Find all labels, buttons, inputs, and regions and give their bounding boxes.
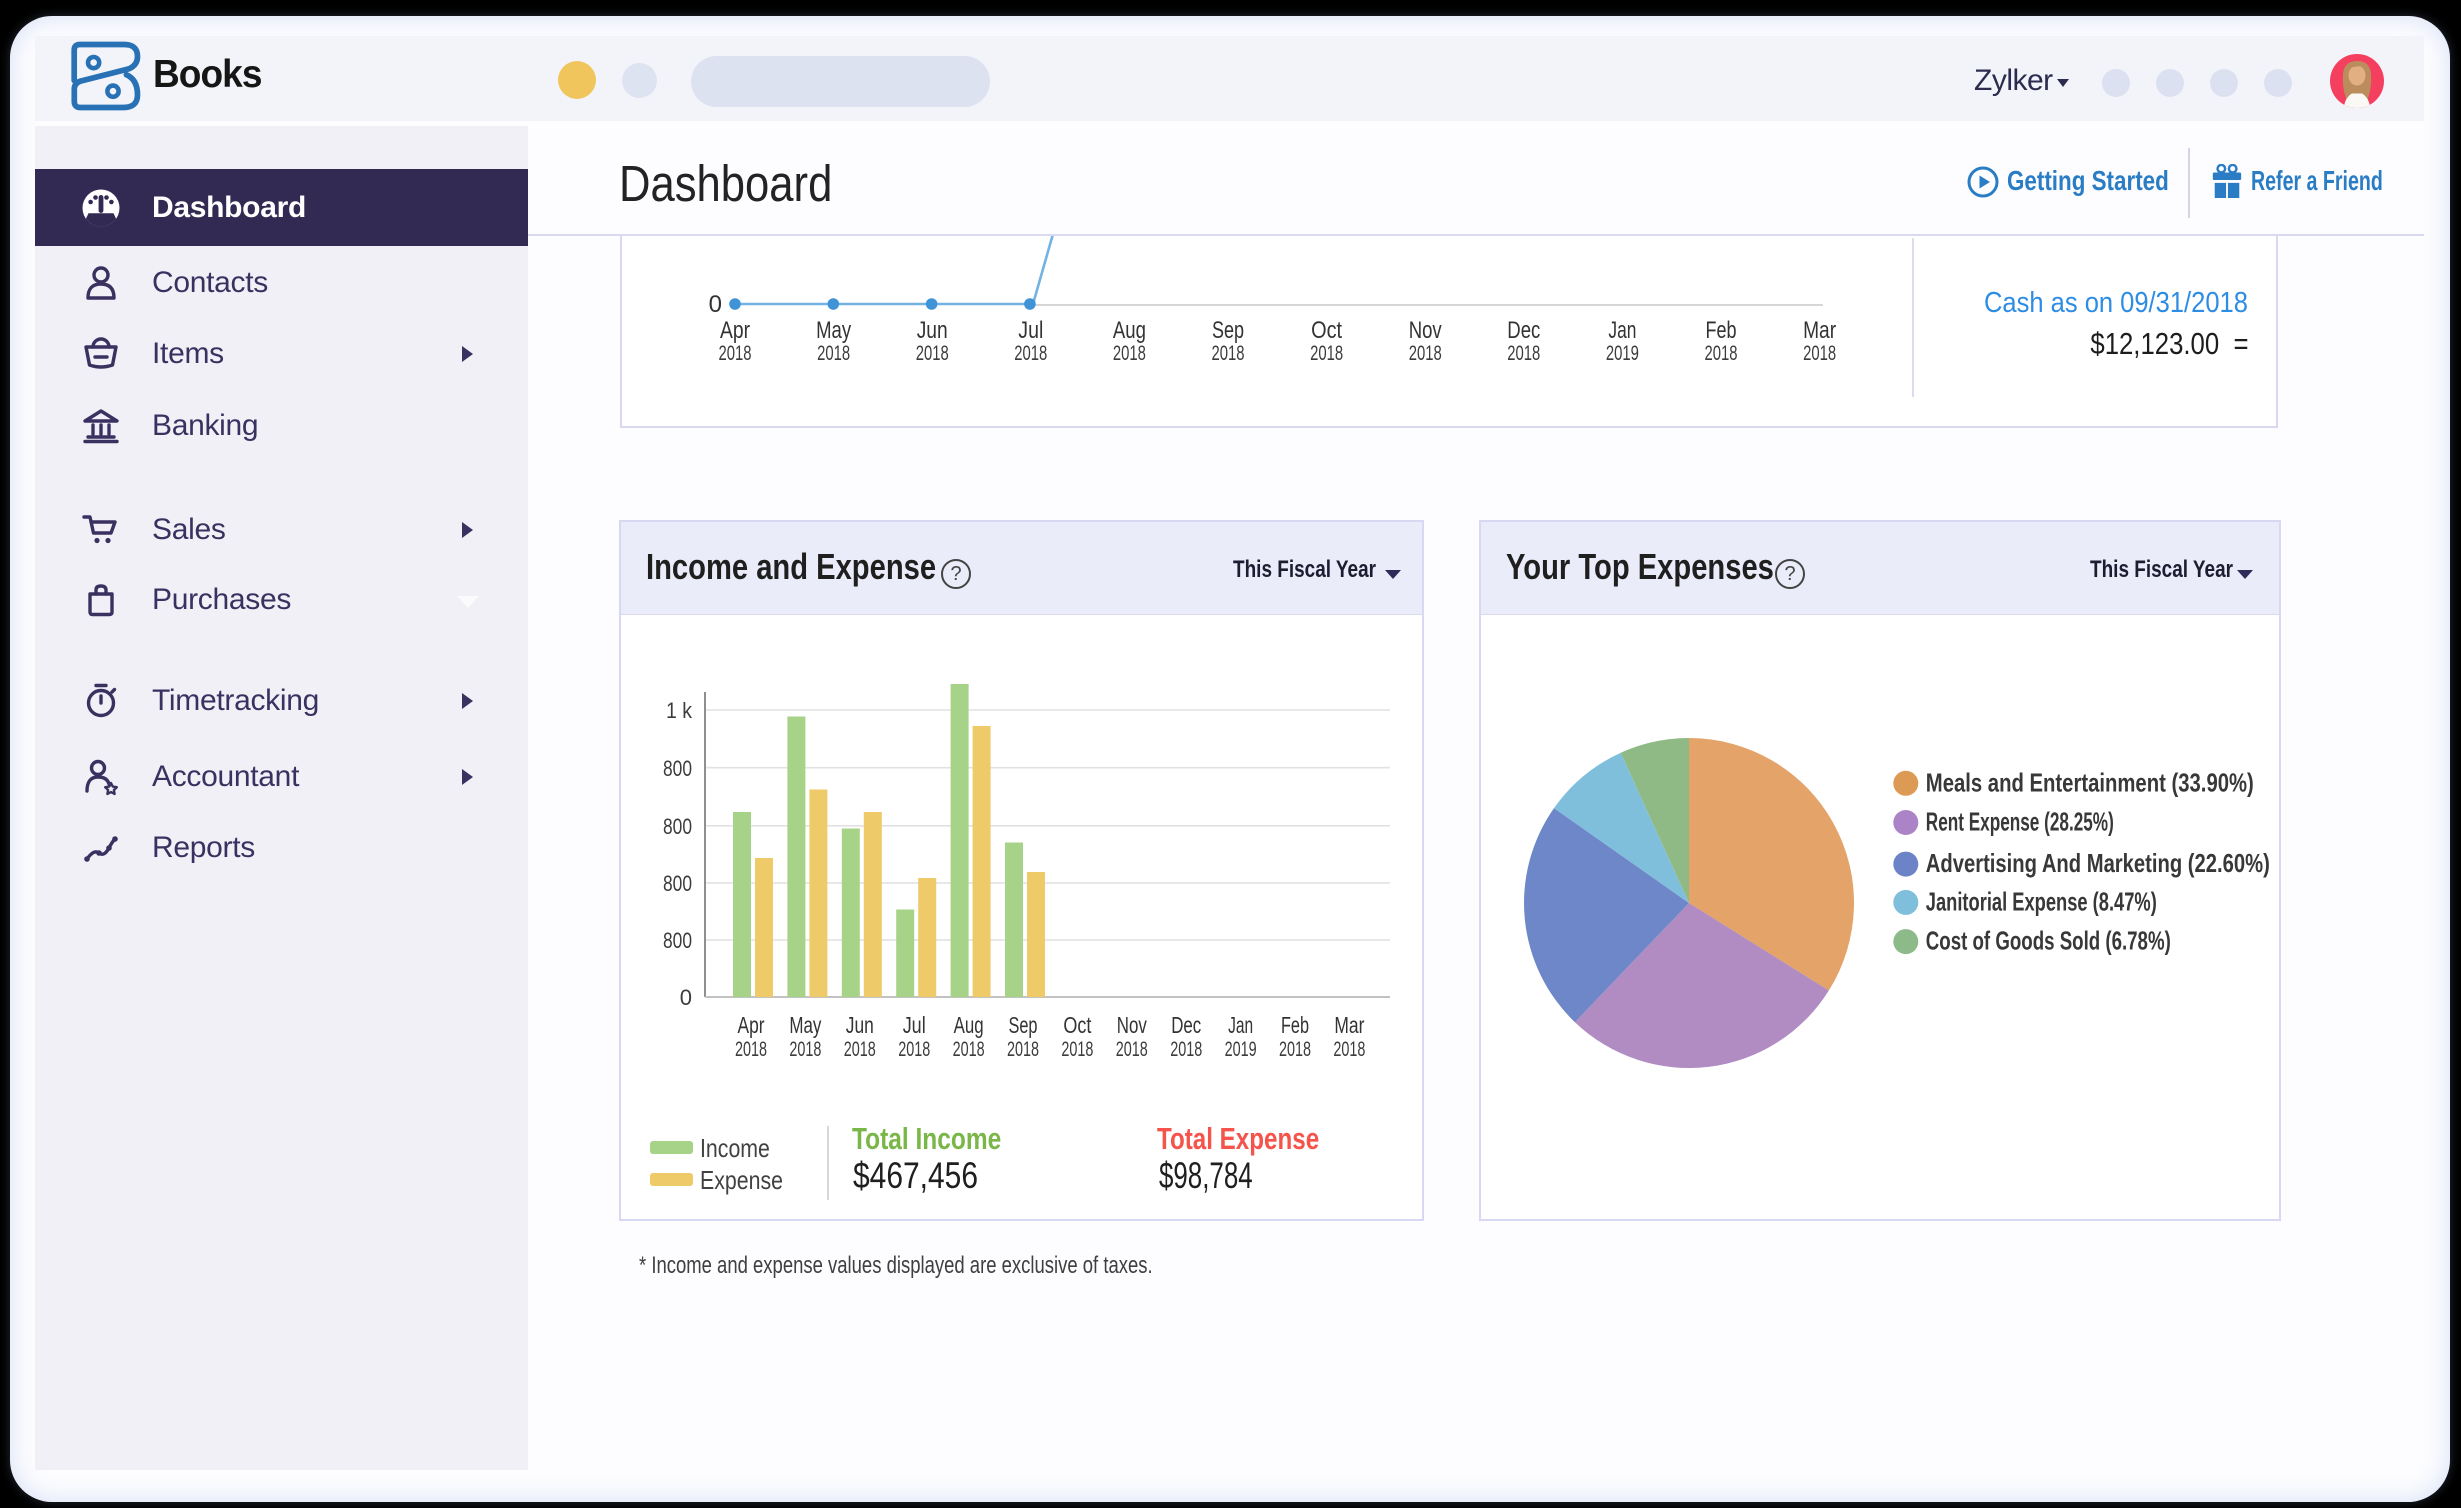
svg-text:2018: 2018 bbox=[719, 342, 752, 365]
svg-text:May: May bbox=[789, 1012, 821, 1038]
svg-text:Feb: Feb bbox=[1281, 1012, 1309, 1038]
svg-text:Mar: Mar bbox=[1334, 1012, 1364, 1038]
svg-text:Oct: Oct bbox=[1311, 317, 1342, 344]
svg-text:2018: 2018 bbox=[1507, 342, 1540, 365]
svg-text:2018: 2018 bbox=[1310, 342, 1343, 365]
svg-text:2018: 2018 bbox=[735, 1038, 767, 1061]
svg-text:Mar: Mar bbox=[1803, 317, 1836, 344]
svg-text:2018: 2018 bbox=[789, 1038, 821, 1061]
svg-text:Sep: Sep bbox=[1009, 1012, 1038, 1038]
svg-text:Jul: Jul bbox=[1018, 317, 1043, 344]
svg-text:Advertising And Marketing (22.: Advertising And Marketing (22.60%) bbox=[1926, 848, 2270, 878]
svg-text:Oct: Oct bbox=[1063, 1012, 1091, 1038]
svg-text:2019: 2019 bbox=[1225, 1038, 1257, 1061]
svg-text:2018: 2018 bbox=[1279, 1038, 1311, 1061]
svg-text:2018: 2018 bbox=[898, 1038, 930, 1061]
svg-text:Jul: Jul bbox=[903, 1012, 926, 1038]
svg-text:2019: 2019 bbox=[1606, 342, 1639, 365]
svg-text:Aug: Aug bbox=[1113, 317, 1146, 344]
svg-text:Feb: Feb bbox=[1706, 317, 1737, 344]
svg-text:Jan: Jan bbox=[1228, 1012, 1253, 1038]
svg-text:Janitorial Expense (8.47%): Janitorial Expense (8.47%) bbox=[1926, 887, 2157, 917]
svg-text:2018: 2018 bbox=[1409, 342, 1442, 365]
svg-text:2018: 2018 bbox=[1170, 1038, 1202, 1061]
svg-text:Meals and Entertainment (33.90: Meals and Entertainment (33.90%) bbox=[1926, 768, 2254, 798]
svg-text:Dec: Dec bbox=[1171, 1012, 1201, 1038]
svg-text:800: 800 bbox=[663, 756, 692, 781]
svg-text:2018: 2018 bbox=[1803, 342, 1836, 365]
svg-text:Rent Expense (28.25%): Rent Expense (28.25%) bbox=[1926, 807, 2114, 837]
svg-text:1 k: 1 k bbox=[666, 698, 693, 723]
svg-text:May: May bbox=[816, 317, 851, 344]
svg-text:Apr: Apr bbox=[738, 1012, 765, 1038]
svg-text:Nov: Nov bbox=[1117, 1012, 1147, 1038]
svg-text:Cost of Goods Sold (6.78%): Cost of Goods Sold (6.78%) bbox=[1926, 926, 2171, 956]
svg-text:Jun: Jun bbox=[917, 317, 948, 344]
svg-text:2018: 2018 bbox=[844, 1038, 876, 1061]
svg-text:2018: 2018 bbox=[1113, 342, 1146, 365]
svg-text:2018: 2018 bbox=[953, 1038, 985, 1061]
svg-text:2018: 2018 bbox=[1007, 1038, 1039, 1061]
svg-text:2018: 2018 bbox=[1014, 342, 1047, 365]
svg-text:0: 0 bbox=[709, 291, 722, 318]
svg-text:Jun: Jun bbox=[846, 1012, 874, 1038]
svg-text:Sep: Sep bbox=[1212, 317, 1244, 344]
svg-text:800: 800 bbox=[663, 871, 692, 896]
svg-text:800: 800 bbox=[663, 814, 692, 839]
svg-text:2018: 2018 bbox=[1116, 1038, 1148, 1061]
svg-text:2018: 2018 bbox=[1333, 1038, 1365, 1061]
svg-text:Aug: Aug bbox=[954, 1012, 984, 1038]
svg-text:2018: 2018 bbox=[1705, 342, 1738, 365]
svg-text:Apr: Apr bbox=[720, 317, 750, 344]
svg-text:0: 0 bbox=[680, 985, 692, 1010]
svg-text:2018: 2018 bbox=[916, 342, 949, 365]
svg-text:Dec: Dec bbox=[1507, 317, 1540, 344]
svg-text:2018: 2018 bbox=[1061, 1038, 1093, 1061]
svg-text:2018: 2018 bbox=[817, 342, 850, 365]
svg-text:Jan: Jan bbox=[1608, 317, 1636, 344]
svg-text:800: 800 bbox=[663, 928, 692, 953]
svg-text:Nov: Nov bbox=[1409, 317, 1442, 344]
svg-text:2018: 2018 bbox=[1212, 342, 1245, 365]
